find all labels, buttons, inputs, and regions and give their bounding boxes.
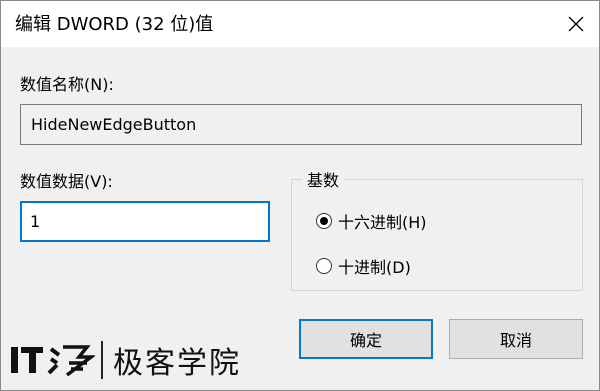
close-button[interactable] (553, 1, 599, 47)
radio-hexadecimal[interactable]: 十六进制(H) (316, 209, 427, 233)
radio-hex-label: 十六进制(H) (338, 213, 427, 232)
value-name-field: HideNewEdgeButton (20, 104, 582, 145)
cancel-button[interactable]: 取消 (449, 319, 583, 359)
radio-dec-label: 十进制(D) (338, 258, 411, 277)
radio-selected-dot (320, 217, 328, 225)
radio-circle-hex (316, 213, 332, 229)
window-title: 编辑 DWORD (32 位)值 (15, 14, 214, 35)
dword-edit-dialog: 编辑 DWORD (32 位)值 数值名称(N): HideNewEdgeBut… (0, 0, 600, 391)
watermark: 极客学院 (7, 335, 241, 385)
base-group-title: 基数 (302, 167, 345, 191)
value-data-label: 数值数据(V): (20, 172, 113, 191)
title-bar[interactable]: 编辑 DWORD (32 位)值 (1, 1, 599, 47)
value-name-label: 数值名称(N): (20, 75, 114, 94)
value-data-input[interactable]: 1 (20, 201, 270, 242)
ithome-logo (11, 345, 95, 377)
ok-button[interactable]: 确定 (299, 319, 433, 359)
radio-decimal[interactable]: 十进制(D) (316, 254, 411, 278)
watermark-divider (101, 341, 103, 379)
watermark-text: 极客学院 (113, 346, 241, 381)
close-icon (568, 16, 584, 32)
radio-circle-dec (316, 258, 332, 274)
